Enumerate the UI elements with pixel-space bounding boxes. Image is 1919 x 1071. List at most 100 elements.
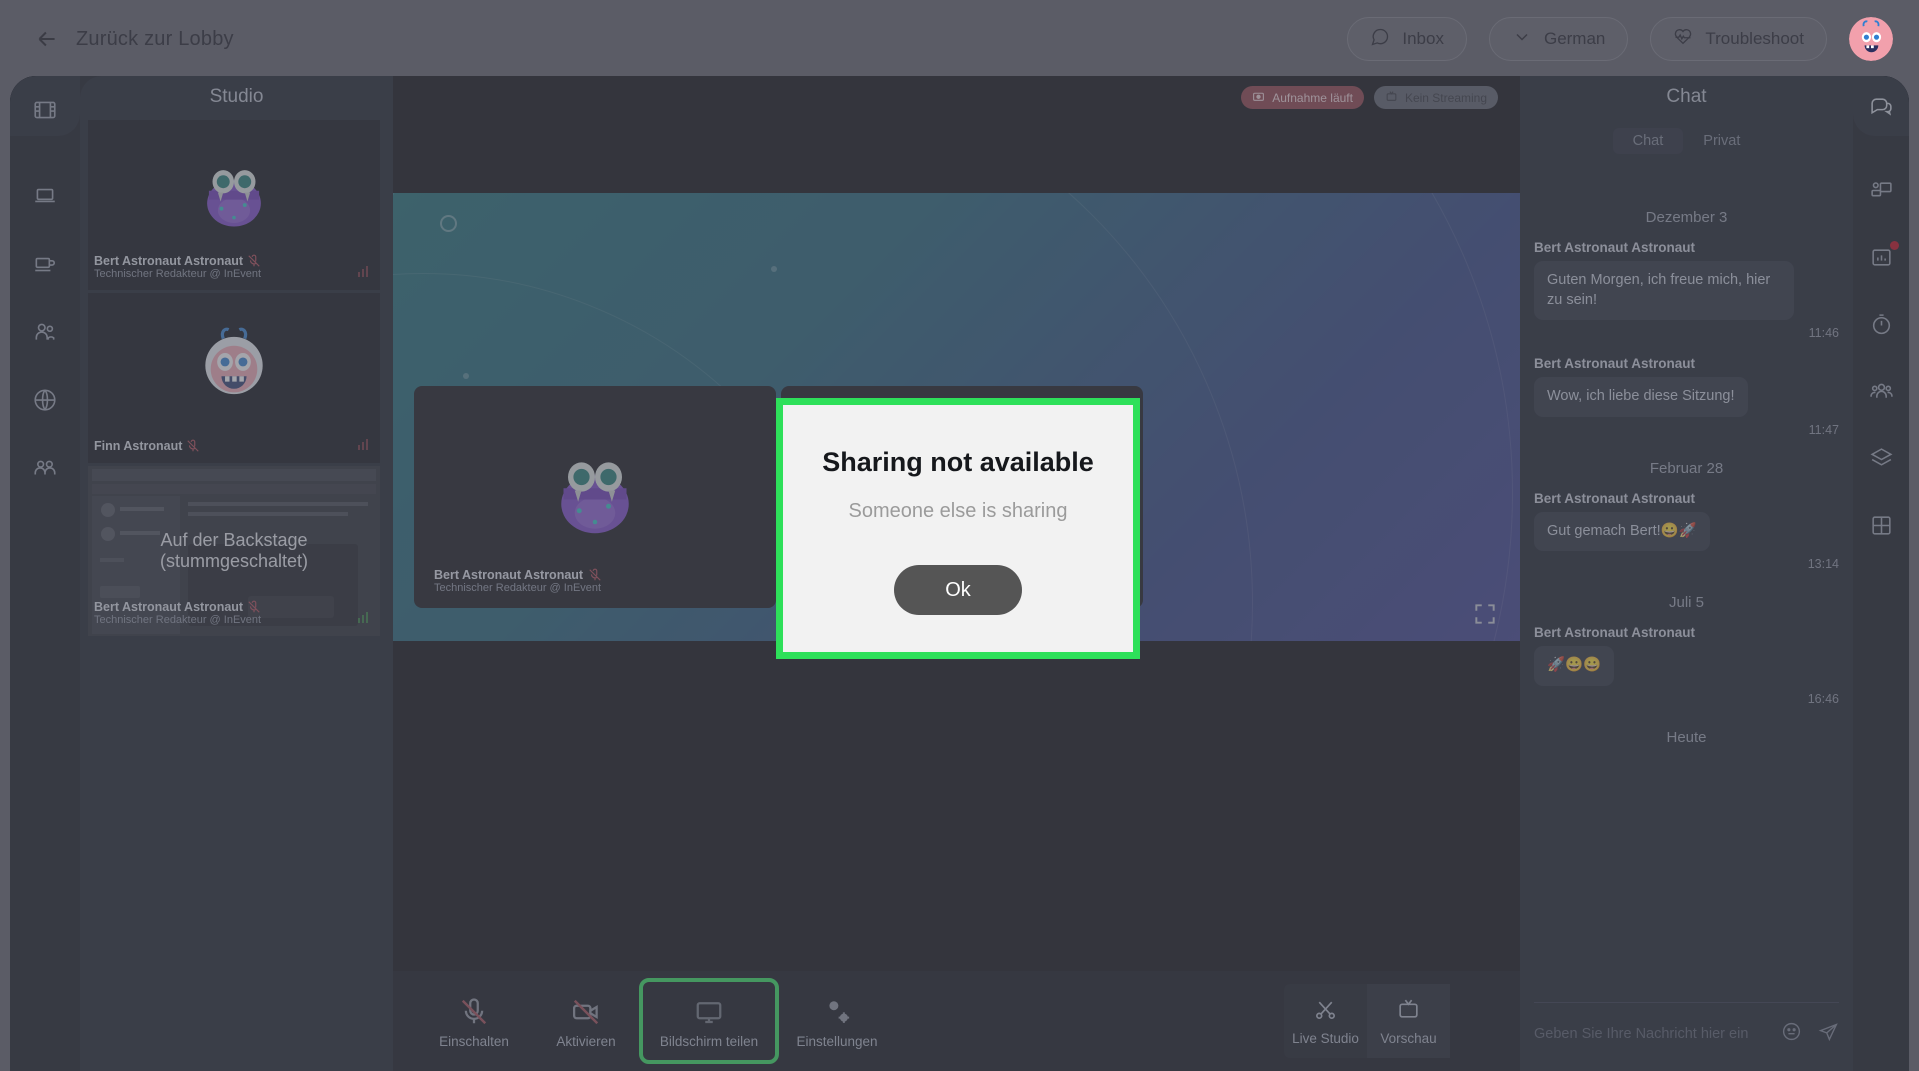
studio-thumbnail[interactable]: Auf der Backstage (stummgeschaltet) Bert…	[88, 466, 380, 636]
troubleshoot-button[interactable]: Troubleshoot	[1650, 17, 1827, 61]
globe-icon	[32, 387, 58, 418]
chat-message-author: Bert Astronaut Astronaut	[1534, 240, 1696, 255]
decorative-dot	[771, 266, 777, 272]
chat-message-list[interactable]: Dezember 3 Bert Astronaut Astronaut Gute…	[1520, 186, 1853, 985]
tv-icon	[1396, 997, 1421, 1025]
studio-thumbnail[interactable]: Bert Astronaut Astronaut Technischer Red…	[88, 120, 380, 290]
chat-day-separator: Dezember 3	[1645, 209, 1728, 226]
preview-button[interactable]: Vorschau	[1367, 984, 1450, 1058]
header-actions: Inbox German Troubleshoot	[1347, 17, 1893, 61]
tile-name-row: Bert Astronaut Astronaut	[434, 568, 602, 582]
signal-indicator	[358, 437, 370, 455]
right-rail-polls[interactable]	[1859, 237, 1903, 283]
preview-label: Vorschau	[1380, 1030, 1437, 1046]
tab-private[interactable]: Privat	[1683, 128, 1760, 154]
film-strip-icon	[32, 97, 58, 128]
sidebar-item-groups[interactable]	[23, 446, 67, 494]
chat-message-time: 11:46	[1808, 326, 1839, 341]
live-studio-label: Live Studio	[1292, 1030, 1359, 1046]
tile-name: Bert Astronaut Astronaut	[434, 568, 584, 582]
share-screen-label: Bildschirm teilen	[659, 1033, 759, 1049]
right-rail-layout[interactable]	[1859, 505, 1903, 551]
layers-icon	[1869, 446, 1894, 476]
fullscreen-icon[interactable]	[1472, 601, 1498, 627]
microphone-off-icon	[588, 568, 602, 582]
microphone-off-icon	[456, 994, 492, 1030]
right-rail-chat[interactable]	[1859, 86, 1903, 132]
chat-input-placeholder[interactable]: Geben Sie Ihre Nachricht hier ein	[1534, 1026, 1781, 1042]
back-to-lobby-button[interactable]: Zurück zur Lobby	[34, 26, 234, 52]
ok-button[interactable]: Ok	[894, 565, 1022, 615]
right-rail-presentation[interactable]	[1859, 170, 1903, 216]
sidebar-item-participants[interactable]	[23, 310, 67, 358]
chat-title: Chat	[1666, 86, 1707, 107]
settings-label: Einstellungen	[796, 1033, 878, 1049]
signal-indicator	[358, 264, 370, 282]
microphone-off-icon	[247, 254, 261, 268]
thumbnail-name: Bert Astronaut Astronaut	[94, 254, 244, 268]
camera-toggle-label: Aktivieren	[556, 1033, 616, 1049]
studio-thumbnail[interactable]: Finn Astronaut	[88, 293, 380, 463]
share-screen-button[interactable]: Bildschirm teilen	[639, 978, 779, 1064]
chat-message-author: Bert Astronaut Astronaut	[1534, 356, 1696, 372]
sidebar-item-breakroom[interactable]	[23, 242, 67, 290]
recording-label: Aufnahme läuft	[1272, 90, 1353, 105]
status-badge-nostream: Kein Streaming	[1373, 86, 1498, 109]
record-icon	[1252, 90, 1265, 106]
right-rail-people[interactable]	[1859, 371, 1903, 417]
inbox-button[interactable]: Inbox	[1347, 17, 1467, 61]
coffee-cup-icon	[32, 251, 58, 282]
chat-message-author: Bert Astronaut Astronaut	[1534, 625, 1696, 641]
tab-chat[interactable]: Chat	[1612, 128, 1684, 154]
emoji-icon[interactable]	[1781, 1021, 1802, 1047]
chat-input-row[interactable]: Geben Sie Ihre Nachricht hier ein	[1534, 1002, 1839, 1047]
thumbnail-name-row: Bert Astronaut Astronaut	[94, 254, 261, 268]
right-rail-timer[interactable]	[1859, 304, 1903, 350]
stage-mode-switch: Live Studio Vorschau	[1284, 984, 1450, 1058]
notification-badge	[1890, 241, 1899, 250]
inbox-label: Inbox	[1402, 29, 1444, 48]
control-bar: Einschalten Aktivieren Bildschirm teilen	[393, 971, 1520, 1071]
thumbnail-label: Bert Astronaut Astronaut Technischer Red…	[94, 600, 261, 626]
user-settings-icon	[819, 994, 855, 1030]
chat-tabs: Chat Privat	[1520, 128, 1853, 154]
chevron-down-icon	[1512, 27, 1532, 52]
chat-bubbles-icon	[1869, 94, 1894, 124]
right-rail-layers[interactable]	[1859, 438, 1903, 484]
chat-input-actions	[1781, 1021, 1839, 1047]
camera-off-icon	[568, 994, 604, 1030]
chat-message-time: 16:46	[1807, 691, 1839, 706]
decorative-dot	[463, 373, 469, 379]
avatar[interactable]	[1849, 17, 1893, 61]
participant-tile[interactable]: Bert Astronaut Astronaut Technischer Red…	[414, 386, 776, 608]
chat-day-separator: Juli 5	[1668, 594, 1705, 612]
language-selector[interactable]: German	[1488, 17, 1629, 61]
people-icon	[32, 319, 58, 350]
tile-role: Technischer Redakteur @ InEvent	[434, 582, 602, 594]
poll-icon	[1869, 245, 1894, 275]
chat-message-time: 13:14	[1807, 557, 1839, 572]
avatar	[191, 149, 277, 240]
scissors-icon	[1313, 997, 1338, 1025]
top-header: Zurück zur Lobby Inbox German Troublesho…	[0, 0, 1919, 78]
sidebar-item-studio[interactable]	[23, 88, 67, 136]
thumbnail-label: Bert Astronaut Astronaut Technischer Red…	[94, 254, 261, 280]
chat-message-bubble: 🚀😀😀	[1534, 646, 1615, 686]
sidebar-item-network[interactable]	[23, 378, 67, 426]
camera-toggle-button[interactable]: Aktivieren	[531, 984, 641, 1058]
live-studio-button[interactable]: Live Studio	[1284, 984, 1367, 1058]
send-icon[interactable]	[1818, 1021, 1839, 1047]
settings-button[interactable]: Einstellungen	[777, 984, 897, 1058]
chat-message: Bert Astronaut Astronaut Gut gemach Bert…	[1534, 491, 1839, 572]
chat-panel: Chat Chat Privat Dezember 3 Bert Astrona…	[1520, 76, 1853, 1071]
chat-message: Bert Astronaut Astronaut Wow, ich liebe …	[1534, 356, 1839, 437]
microphone-toggle-button[interactable]: Einschalten	[419, 984, 529, 1058]
dialog-message: Someone else is sharing	[848, 500, 1068, 522]
thumbnail-name: Finn Astronaut	[94, 439, 183, 453]
app-root: Zurück zur Lobby Inbox German Troublesho…	[0, 0, 1919, 1071]
left-icon-rail	[10, 76, 80, 1071]
chat-day-separator: Februar 28	[1649, 459, 1724, 477]
thumbnail-label: Finn Astronaut	[94, 439, 200, 453]
people-icon	[1869, 379, 1894, 409]
sidebar-item-screen[interactable]	[23, 174, 67, 222]
